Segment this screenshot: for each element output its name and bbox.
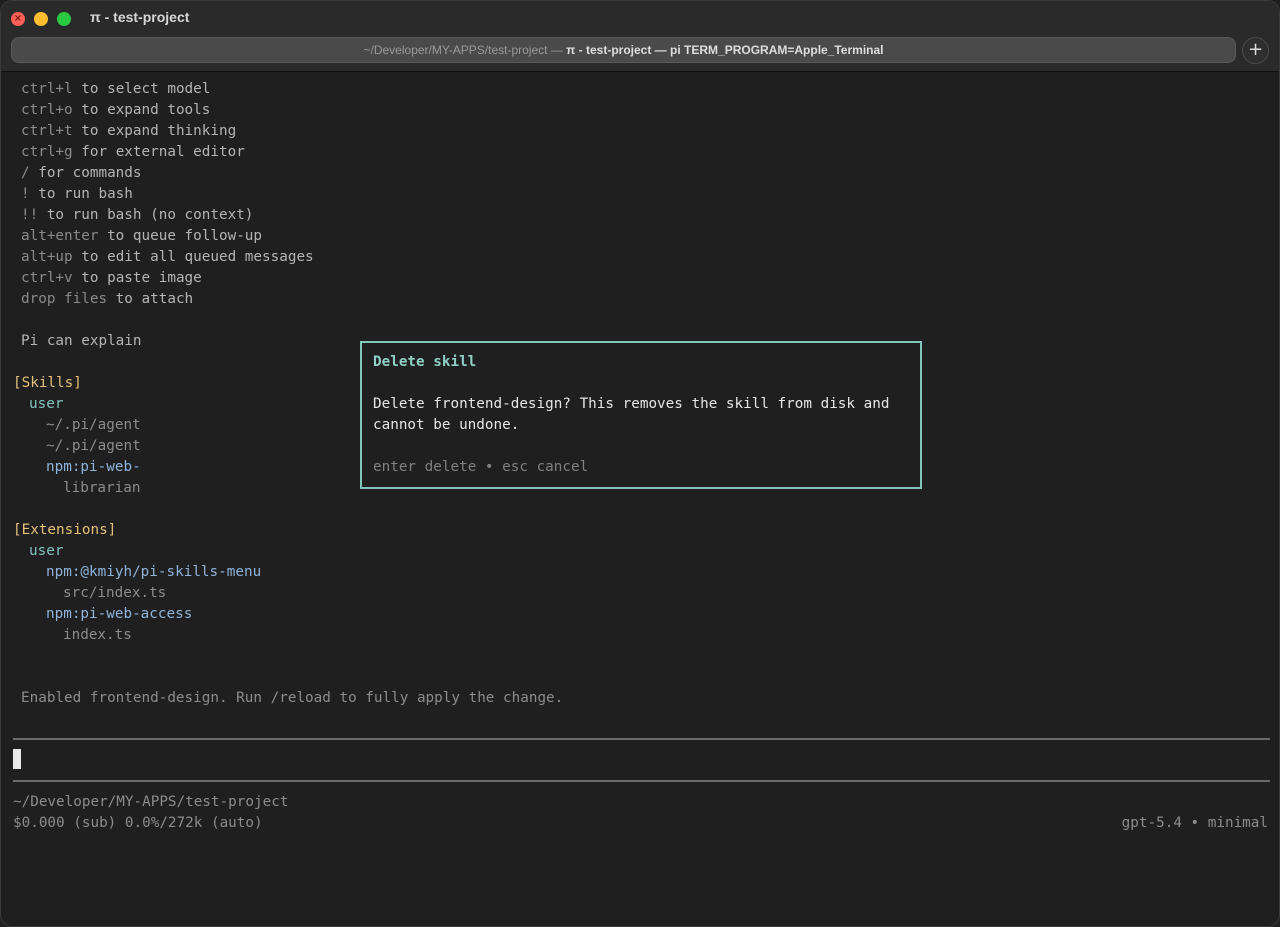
- shortcut-key: alt+enter: [21, 228, 99, 244]
- shortcut-key: !!: [21, 207, 39, 223]
- shortcut-desc: to expand thinking: [72, 123, 237, 139]
- shortcut-key: ctrl+g: [21, 144, 73, 160]
- delete-skill-dialog[interactable]: Delete skill Delete frontend-design? Thi…: [360, 341, 922, 489]
- shortcut-desc: to expand tools: [72, 102, 211, 118]
- terminal-content[interactable]: ctrl+l to select model ctrl+o to expand t…: [1, 72, 1279, 926]
- input-divider-top: [13, 738, 1270, 740]
- skill-path: ~/.pi/agent: [46, 438, 141, 454]
- plus-icon: +: [1247, 39, 1264, 60]
- shortcut-line: ctrl+t to expand thinking: [21, 121, 236, 142]
- shortcut-desc: to paste image: [72, 270, 202, 286]
- shortcut-line: drop files to attach: [21, 289, 193, 310]
- dialog-hint: enter delete • esc cancel: [373, 457, 588, 478]
- close-button[interactable]: ×: [11, 12, 25, 26]
- shortcut-key: ctrl+o: [21, 102, 73, 118]
- skill-package-cont: librarian: [63, 480, 141, 496]
- new-tab-button[interactable]: +: [1242, 37, 1269, 64]
- esc-action-hint[interactable]: cancel: [537, 459, 589, 475]
- footer-model: gpt-5.4 • minimal: [1121, 815, 1268, 831]
- shortcut-desc: to run bash (no context): [38, 207, 254, 223]
- shortcut-key: ctrl+v: [21, 270, 73, 286]
- shortcut-line: ctrl+v to paste image: [21, 268, 202, 289]
- hint-separator: •: [484, 459, 494, 475]
- status-message: Enabled frontend-design. Run /reload to …: [21, 690, 564, 706]
- extension-file: src/index.ts: [63, 585, 167, 601]
- shortcut-line: / for commands: [21, 163, 142, 184]
- shortcut-line: ctrl+l to select model: [21, 79, 210, 100]
- explain-line: Pi can explain: [21, 333, 142, 349]
- window-title: π - test-project: [90, 9, 190, 25]
- shortcut-desc: to run bash: [29, 186, 133, 202]
- shortcut-desc: to queue follow-up: [98, 228, 263, 244]
- shortcut-desc: to select model: [72, 81, 211, 97]
- shortcut-line: alt+enter to queue follow-up: [21, 226, 262, 247]
- minimize-button[interactable]: [34, 12, 48, 26]
- skills-scope: user: [29, 396, 64, 412]
- skill-path: ~/.pi/agent: [46, 417, 141, 433]
- shortcut-desc: for external editor: [72, 144, 245, 160]
- title-bar: × π - test-project ~/Developer/MY-APPS/t…: [1, 1, 1279, 72]
- shortcut-key: ctrl+t: [21, 123, 73, 139]
- dialog-body: Delete frontend-design? This removes the…: [373, 396, 890, 433]
- zoom-button[interactable]: [57, 12, 71, 26]
- input-divider-bottom: [13, 780, 1270, 782]
- skill-package: npm:pi-web-: [46, 459, 141, 475]
- enter-action-hint[interactable]: delete: [425, 459, 477, 475]
- terminal-window: × π - test-project ~/Developer/MY-APPS/t…: [0, 0, 1280, 927]
- window-controls: ×: [11, 12, 71, 26]
- shortcut-line: ctrl+g for external editor: [21, 142, 245, 163]
- shortcut-key: !: [21, 186, 30, 202]
- shortcut-desc: to edit all queued messages: [72, 249, 314, 265]
- enter-key-hint[interactable]: enter: [373, 459, 416, 475]
- shortcut-key: alt+up: [21, 249, 73, 265]
- shortcut-line: ! to run bash: [21, 184, 133, 205]
- tab-bar[interactable]: ~/Developer/MY-APPS/test-project — π - t…: [11, 37, 1236, 63]
- footer-usage: $0.000 (sub) 0.0%/272k (auto): [13, 815, 263, 831]
- extension-package: npm:pi-web-access: [46, 606, 193, 622]
- shortcut-desc: for commands: [29, 165, 142, 181]
- shortcut-key: /: [21, 165, 30, 181]
- extension-file: index.ts: [63, 627, 132, 643]
- shortcut-line: ctrl+o to expand tools: [21, 100, 210, 121]
- extensions-header: [Extensions]: [13, 522, 117, 538]
- tab-title[interactable]: ~/Developer/MY-APPS/test-project — π - t…: [12, 38, 1235, 62]
- shortcut-key: ctrl+l: [21, 81, 73, 97]
- extensions-scope: user: [29, 543, 64, 559]
- esc-key-hint[interactable]: esc: [502, 459, 528, 475]
- shortcut-line: alt+up to edit all queued messages: [21, 247, 314, 268]
- shortcut-line: !! to run bash (no context): [21, 205, 253, 226]
- footer-cwd: ~/Developer/MY-APPS/test-project: [13, 794, 289, 810]
- dialog-title: Delete skill: [373, 354, 477, 370]
- input-cursor[interactable]: [13, 749, 21, 769]
- close-icon: ×: [13, 13, 23, 24]
- tab-title-path: ~/Developer/MY-APPS/test-project —: [363, 43, 563, 57]
- tab-title-main: π - test-project — pi TERM_PROGRAM=Apple…: [566, 43, 884, 57]
- shortcut-key: drop files: [21, 291, 108, 307]
- shortcut-desc: to attach: [107, 291, 194, 307]
- extension-package: npm:@kmiyh/pi-skills-menu: [46, 564, 262, 580]
- skills-header: [Skills]: [13, 375, 82, 391]
